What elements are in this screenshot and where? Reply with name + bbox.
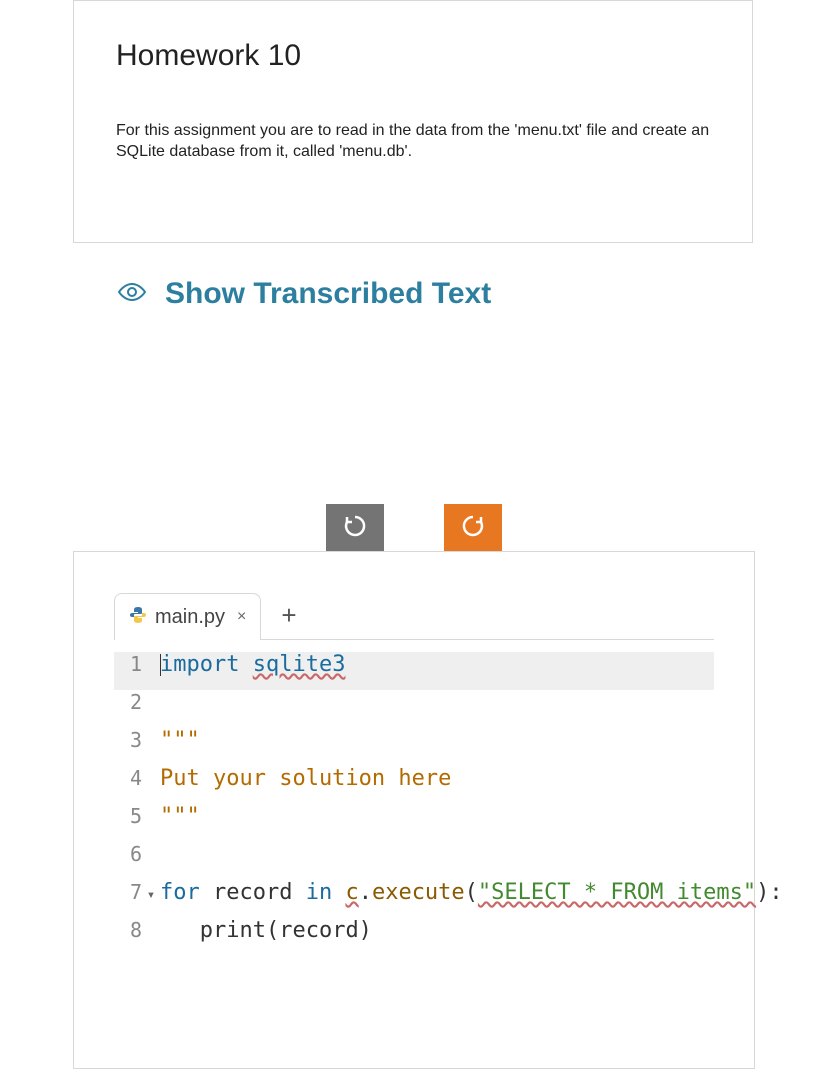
assignment-title: Homework 10 xyxy=(116,39,710,73)
undo-icon xyxy=(342,513,368,544)
code-line[interactable]: 1 import sqlite3 xyxy=(114,652,714,690)
code-line[interactable]: 6 xyxy=(114,842,714,880)
code-line[interactable]: 2 xyxy=(114,690,714,728)
code-text: """ xyxy=(160,804,200,829)
code-text: print(record) xyxy=(160,918,372,943)
line-number: 8 xyxy=(114,918,142,942)
line-number: 6 xyxy=(114,842,142,866)
assignment-card: Homework 10 For this assignment you are … xyxy=(73,0,753,243)
tab-filename: main.py xyxy=(155,606,225,629)
code-line[interactable]: 5 """ xyxy=(114,804,714,842)
redo-icon xyxy=(460,513,486,544)
code-line[interactable]: 7▾for record in c.execute("SELECT * FROM… xyxy=(114,880,714,918)
code-line[interactable]: 4 Put your solution here xyxy=(114,766,714,804)
code-editor-panel: main.py × + 1 import sqlite3 2 3 """ 4 Put you… xyxy=(73,551,755,1069)
show-transcribed-label: Show Transcribed Text xyxy=(165,277,491,311)
tab-main-py[interactable]: main.py × xyxy=(114,593,261,640)
code-text: Put your solution here xyxy=(160,766,451,791)
tab-bar: main.py × + xyxy=(114,592,714,640)
line-number: 2 xyxy=(114,690,142,714)
undo-button[interactable] xyxy=(326,504,384,552)
code-line[interactable]: 8 print(record) xyxy=(114,918,714,956)
code-line[interactable]: 3 """ xyxy=(114,728,714,766)
tab-add-button[interactable]: + xyxy=(281,600,296,631)
eye-icon xyxy=(117,282,147,307)
code-area[interactable]: 1 import sqlite3 2 3 """ 4 Put your solution h… xyxy=(114,652,714,956)
assignment-description: For this assignment you are to read in t… xyxy=(116,121,710,163)
line-number: 3 xyxy=(114,728,142,752)
redo-button[interactable] xyxy=(444,504,502,552)
show-transcribed-button[interactable]: Show Transcribed Text xyxy=(117,277,491,311)
line-number: 1 xyxy=(114,652,142,676)
line-number: 5 xyxy=(114,804,142,828)
code-text: import sqlite3 xyxy=(160,652,345,677)
line-number: 4 xyxy=(114,766,142,790)
line-number: 7 xyxy=(114,880,142,904)
python-icon xyxy=(129,606,147,629)
code-text: """ xyxy=(160,728,200,753)
action-buttons xyxy=(326,504,502,552)
tab-close-icon[interactable]: × xyxy=(237,608,246,626)
fold-indicator[interactable]: ▾ xyxy=(142,887,160,903)
code-text: for record in c.execute("SELECT * FROM i… xyxy=(160,880,783,905)
